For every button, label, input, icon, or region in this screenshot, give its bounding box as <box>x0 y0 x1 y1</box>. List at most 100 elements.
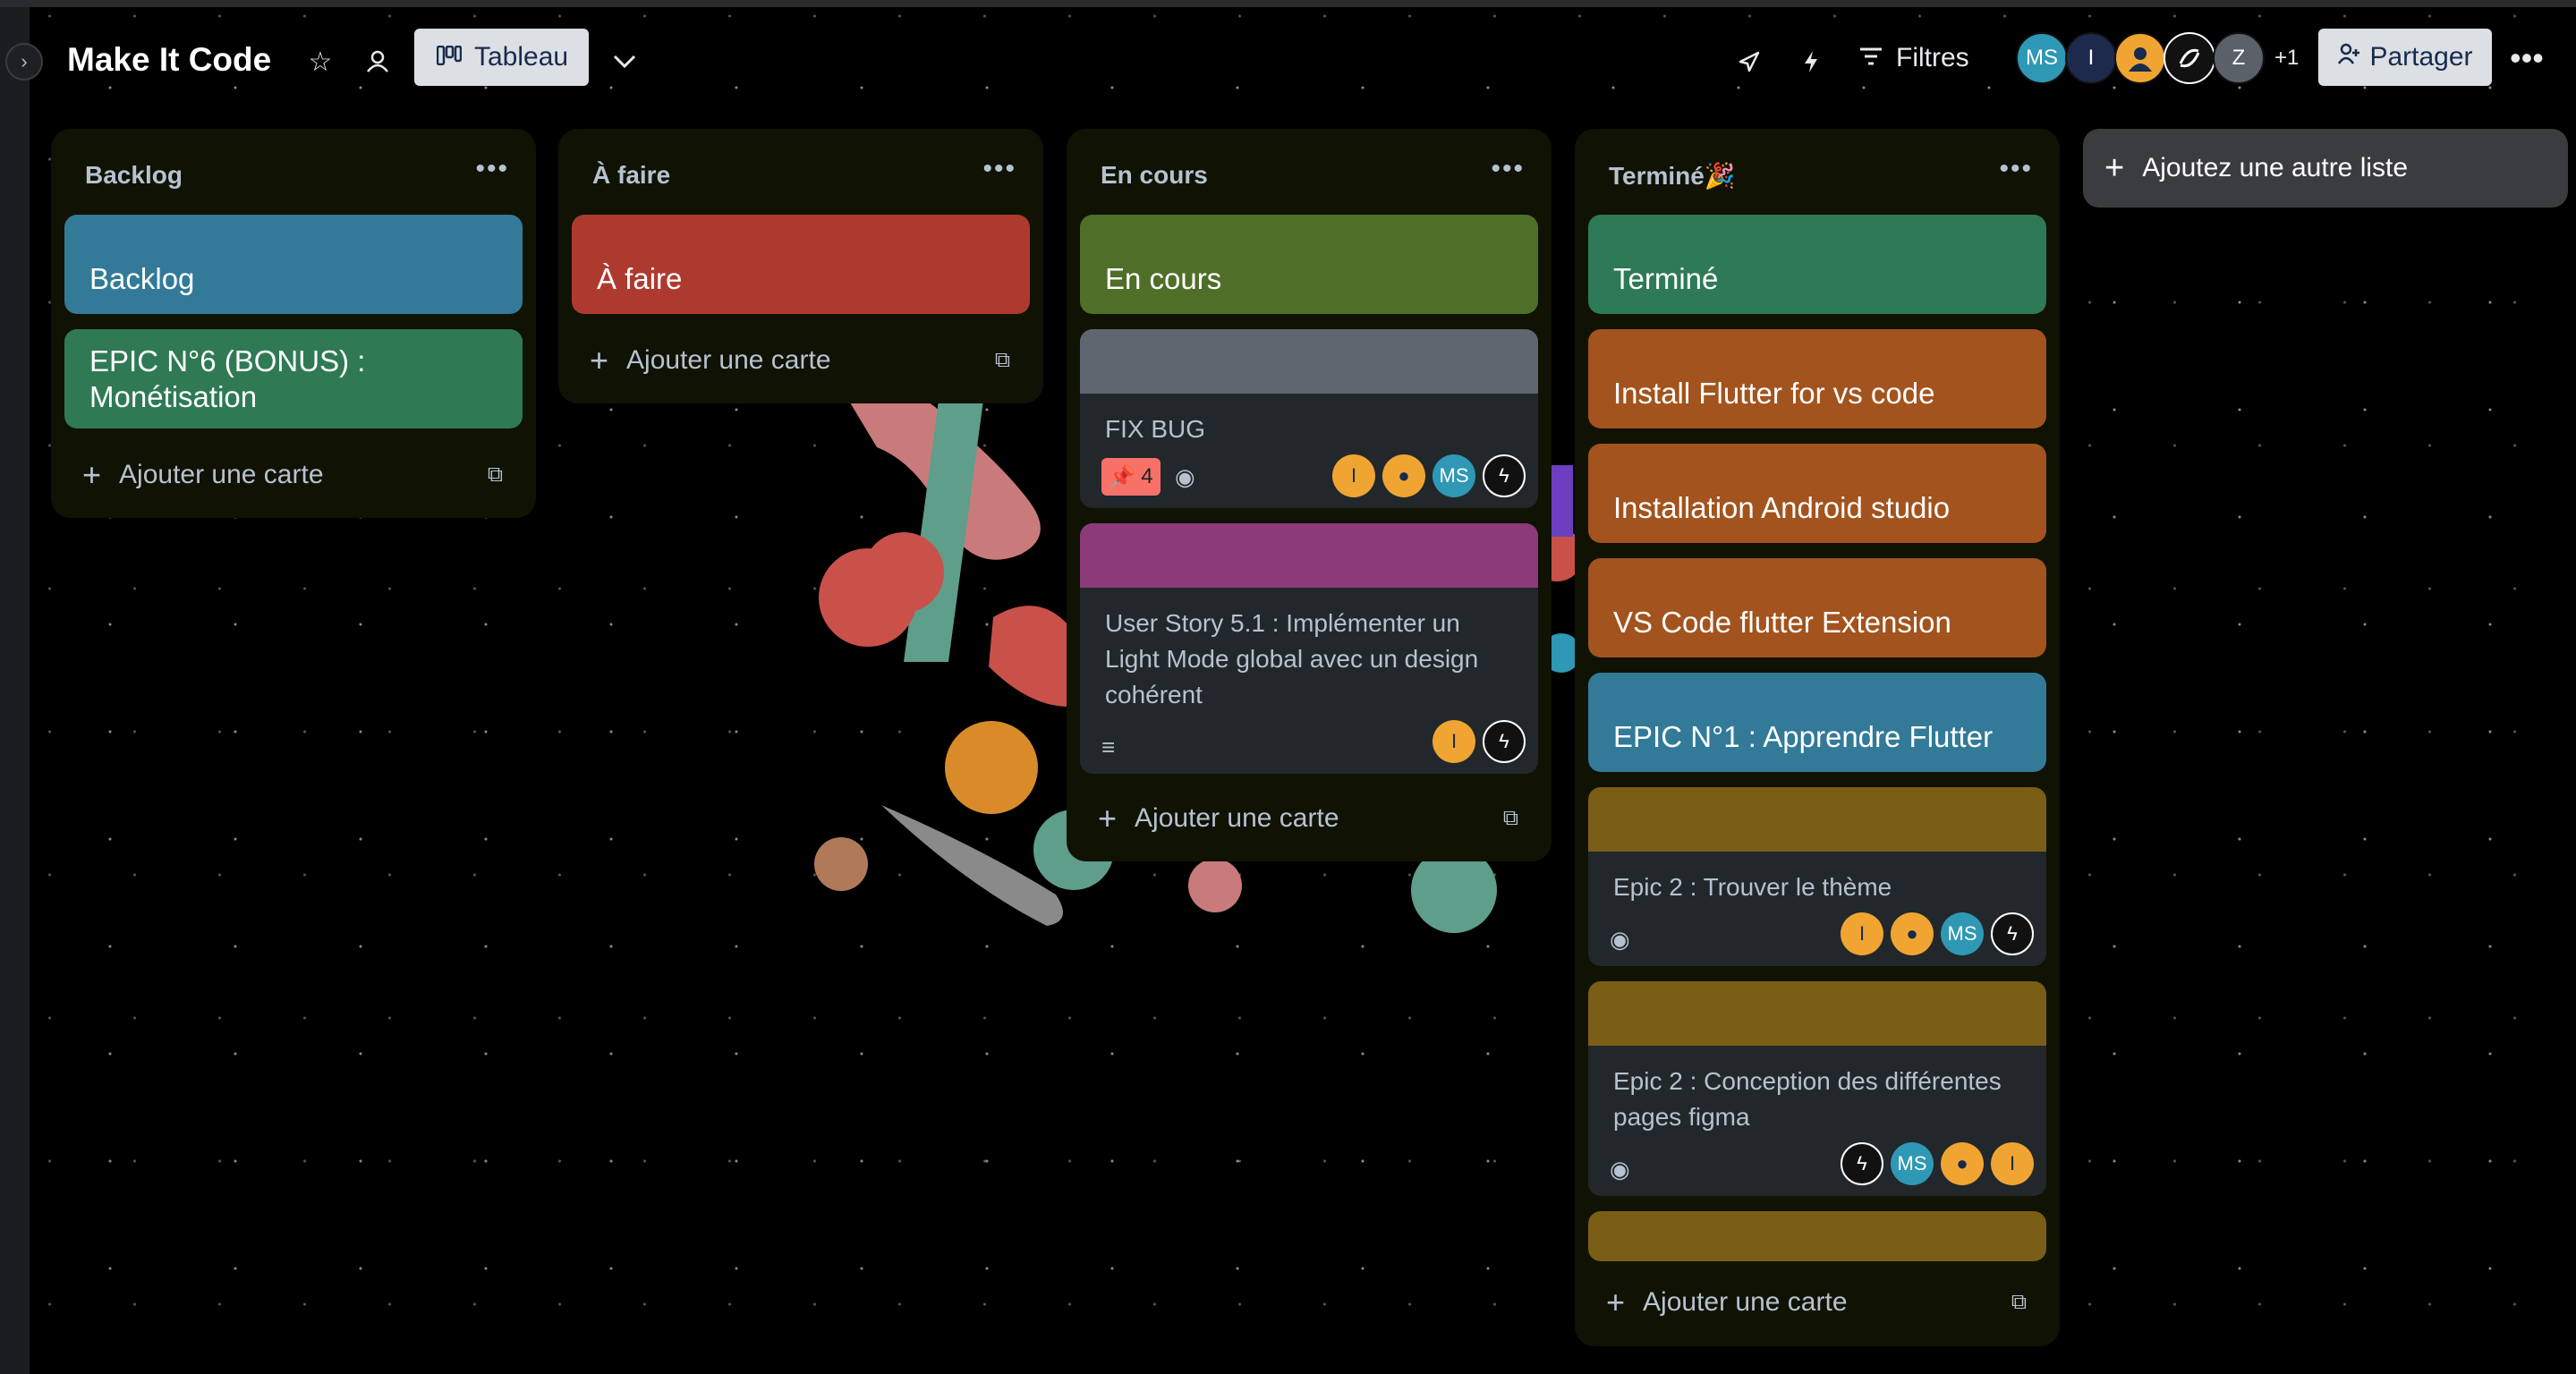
list-item[interactable]: Terminé <box>1588 215 2046 314</box>
add-card-button[interactable]: + Ajouter une carte ⧉ <box>572 334 1030 387</box>
avatar[interactable]: MS <box>1433 454 1475 497</box>
person-icon: ● <box>1906 922 1918 945</box>
avatar[interactable]: I <box>2065 32 2117 84</box>
avatar[interactable]: I <box>1991 1142 2034 1185</box>
board-view-button[interactable]: Tableau <box>414 29 589 86</box>
avatar[interactable]: ϟ <box>1483 720 1526 763</box>
list-item-partial[interactable] <box>1588 1211 2046 1261</box>
visibility-icon[interactable] <box>360 43 395 81</box>
avatar[interactable]: ϟ <box>1991 912 2034 955</box>
filter-icon <box>1858 43 1883 73</box>
list-item[interactable]: Epic 2 : Conception des différentes page… <box>1588 981 2046 1196</box>
avatar[interactable]: Z <box>2213 32 2265 84</box>
list-item[interactable]: User Story 5.1 : Implémenter un Light Mo… <box>1080 523 1538 774</box>
avatar[interactable]: I <box>1332 454 1375 497</box>
avatar[interactable] <box>2164 32 2215 84</box>
list-item[interactable]: VS Code flutter Extension <box>1588 558 2046 657</box>
automation-icon[interactable] <box>1793 43 1829 81</box>
avatar[interactable]: ● <box>1891 912 1934 955</box>
logo-icon <box>2179 48 2200 68</box>
list-menu-icon[interactable]: ••• <box>475 154 509 184</box>
more-icon[interactable]: ••• <box>2510 39 2544 77</box>
avatar[interactable]: ϟ <box>1483 454 1526 497</box>
extra-members-count[interactable]: +1 <box>2274 46 2299 71</box>
card-members: I ϟ <box>1433 720 1526 763</box>
person-icon <box>2129 47 2152 72</box>
list-item[interactable]: À faire <box>572 215 1030 314</box>
list-menu-icon[interactable]: ••• <box>1491 154 1525 184</box>
list-backlog: Backlog ••• Backlog EPIC N°6 (BONUS) : M… <box>51 129 536 518</box>
board-title[interactable]: Make It Code <box>67 41 271 79</box>
avatar[interactable]: ● <box>1382 454 1425 497</box>
list-item[interactable]: En cours <box>1080 215 1538 314</box>
rocket-icon[interactable] <box>1731 43 1767 81</box>
card-members: ϟ MS ● I <box>1841 1142 2034 1185</box>
list-a-faire: À faire ••• À faire + Ajouter une carte … <box>558 129 1043 403</box>
add-card-label: Ajouter une carte <box>626 345 831 375</box>
chevron-down-icon[interactable] <box>607 43 642 81</box>
card-title: Epic 2 : Conception des différentes page… <box>1613 1067 2002 1131</box>
pin-icon: 📌 <box>1109 464 1136 489</box>
list-title[interactable]: Terminé🎉 <box>1609 161 1736 191</box>
avatar[interactable]: MS <box>1941 912 1984 955</box>
list-item[interactable]: Installation Android studio <box>1588 444 2046 543</box>
expand-sidebar-button[interactable]: › <box>5 43 43 81</box>
board-members: MS I Z +1 <box>2016 31 2299 85</box>
share-button[interactable]: Partager <box>2318 29 2492 86</box>
share-label: Partager <box>2369 42 2473 72</box>
avatar[interactable]: MS <box>1891 1142 1934 1185</box>
card-title: À faire <box>597 262 683 295</box>
card-title: Install Flutter for vs code <box>1613 377 1935 410</box>
collapsed-sidebar <box>0 7 30 1374</box>
card-title: Terminé <box>1613 262 1719 295</box>
plus-icon: + <box>1098 800 1118 836</box>
list-item[interactable]: EPIC N°1 : Apprendre Flutter <box>1588 673 2046 772</box>
list-title[interactable]: À faire <box>592 161 670 190</box>
avatar[interactable]: ϟ <box>1841 1142 1883 1185</box>
pin-count: 4 <box>1141 464 1153 488</box>
card-template-icon[interactable]: ⧉ <box>2011 1290 2027 1315</box>
card-template-icon[interactable]: ⧉ <box>1503 806 1518 831</box>
add-card-button[interactable]: + Ajouter une carte ⧉ <box>64 448 523 502</box>
list-en-cours: En cours ••• En cours FIX BUG 📌 4 ◉ I ● … <box>1067 129 1552 861</box>
list-item[interactable]: EPIC N°6 (BONUS) : Monétisation <box>64 329 523 428</box>
list-item[interactable]: Epic 2 : Trouver le thème ◉ I ● MS ϟ <box>1588 787 2046 966</box>
list-menu-icon[interactable]: ••• <box>1999 154 2033 184</box>
add-card-button[interactable]: + Ajouter une carte ⧉ <box>1588 1276 2046 1329</box>
list-title[interactable]: En cours <box>1101 161 1208 190</box>
board-view-label: Tableau <box>474 42 569 72</box>
person-icon: ● <box>1398 464 1410 487</box>
avatar[interactable]: I <box>1841 912 1883 955</box>
logo-icon: ϟ <box>1499 730 1509 752</box>
plus-icon: + <box>1606 1284 1626 1320</box>
filters-button[interactable]: Filtres <box>1858 39 1969 77</box>
list-menu-icon[interactable]: ••• <box>982 154 1016 184</box>
avatar[interactable]: I <box>1433 720 1475 763</box>
add-card-label: Ajouter une carte <box>119 460 324 489</box>
add-card-label: Ajouter une carte <box>1135 803 1339 833</box>
avatar[interactable]: ● <box>1941 1142 1984 1185</box>
card-title: EPIC N°1 : Apprendre Flutter <box>1613 720 1994 753</box>
card-template-icon[interactable]: ⧉ <box>995 348 1010 373</box>
add-list-button[interactable]: + Ajoutez une autre liste <box>2083 129 2568 208</box>
star-icon[interactable]: ☆ <box>302 43 338 81</box>
add-person-icon <box>2337 42 2360 72</box>
avatar[interactable] <box>2114 32 2166 84</box>
avatar[interactable]: MS <box>2016 32 2068 84</box>
list-item[interactable]: Install Flutter for vs code <box>1588 329 2046 428</box>
description-icon: ≡ <box>1101 734 1116 760</box>
pin-badge: 📌 4 <box>1101 458 1160 496</box>
list-title[interactable]: Backlog <box>85 161 183 190</box>
card-cover <box>1080 329 1538 394</box>
card-title: FIX BUG <box>1105 415 1206 443</box>
list-termine: Terminé🎉 ••• Terminé Install Flutter for… <box>1575 129 2060 1346</box>
card-template-icon[interactable]: ⧉ <box>488 462 503 488</box>
card-title: Installation Android studio <box>1613 491 1951 524</box>
add-card-button[interactable]: + Ajouter une carte ⧉ <box>1080 792 1538 845</box>
eye-icon: ◉ <box>1610 1156 1630 1183</box>
list-item[interactable]: FIX BUG 📌 4 ◉ I ● MS ϟ <box>1080 329 1538 508</box>
add-list-label: Ajoutez une autre liste <box>2142 153 2409 182</box>
board-header: › Make It Code ☆ Tableau Filtres MS I Z … <box>0 7 2576 107</box>
list-item[interactable]: Backlog <box>64 215 523 314</box>
card-cover <box>1080 523 1538 588</box>
